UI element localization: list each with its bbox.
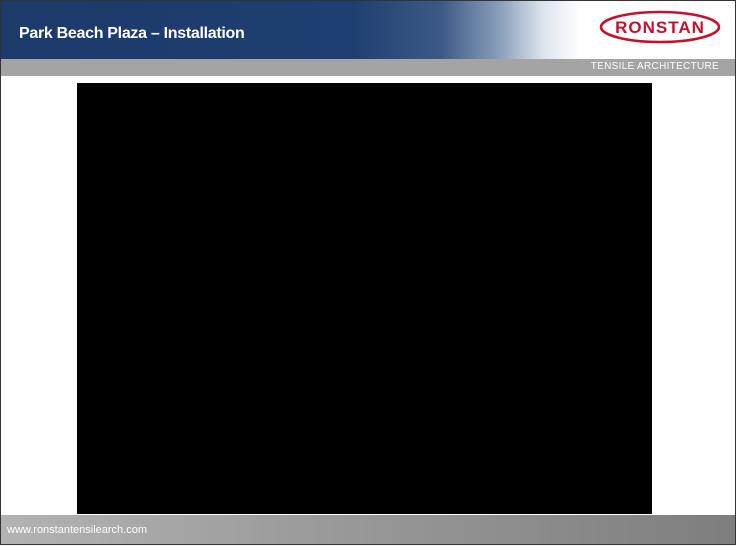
slide: Park Beach Plaza – Installation RONSTAN … (0, 0, 736, 545)
tagline-text: TENSILE ARCHITECTURE (590, 61, 719, 72)
footer-url: www.ronstantensilearch.com (7, 524, 148, 536)
logo-text: RONSTAN (615, 18, 705, 37)
slide-title: Park Beach Plaza – Installation (19, 25, 245, 42)
ronstan-logo: RONSTAN (599, 10, 721, 44)
tagline-bar: TENSILE ARCHITECTURE (1, 59, 735, 76)
video-frame[interactable] (77, 83, 652, 514)
header-bar: Park Beach Plaza – Installation RONSTAN (1, 1, 735, 59)
footer-bar: www.ronstantensilearch.com (1, 515, 735, 544)
